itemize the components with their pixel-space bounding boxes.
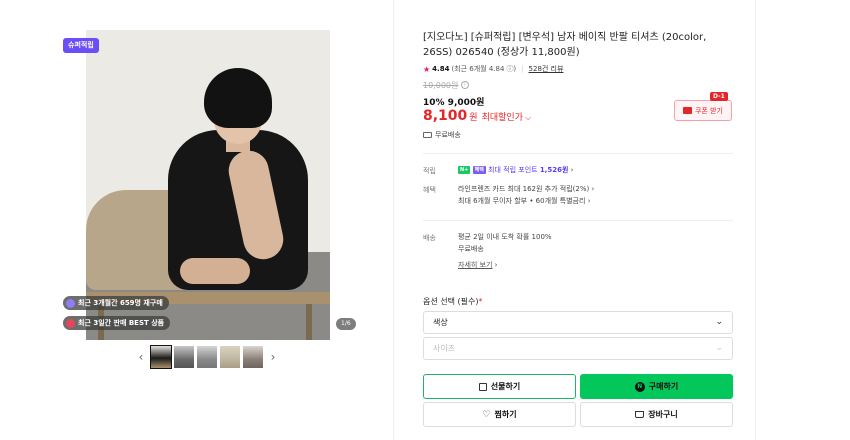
left-divider <box>393 0 394 440</box>
repurchase-pill: 최근 3개월간 659명 재구매 <box>63 296 169 310</box>
thumbnail-4[interactable] <box>220 346 240 368</box>
delivery-line-1: 평균 2일 이내 도착 확률 100% <box>458 233 552 241</box>
repurchase-text: 최근 3개월간 659명 재구매 <box>78 299 163 307</box>
image-counter: 1/6 <box>336 318 356 330</box>
delivery-line-2: 무료배송 <box>458 245 484 253</box>
heart-icon: ♡ <box>482 409 491 420</box>
truck-icon <box>423 132 432 138</box>
color-select-text: 색상 <box>433 318 448 327</box>
coupon-button[interactable]: 쿠폰 받기 <box>674 100 732 121</box>
reviews-link[interactable]: 528건 리뷰 <box>529 64 564 74</box>
benefit-badge: 혜택 <box>472 166 486 174</box>
naver-pay-icon: N <box>634 381 645 392</box>
info-icon[interactable]: ⓘ) <box>506 64 516 74</box>
best-seller-text: 최근 3일간 판매 BEST 상품 <box>78 319 165 327</box>
delivery-label: 배송 <box>423 234 436 242</box>
benefit-line-2[interactable]: 최대 6개월 무이자 할부 • 60개월 특별금리 › <box>458 195 591 207</box>
best-icon <box>66 318 75 328</box>
chevron-down-icon: ⌵ <box>524 113 532 122</box>
thumbnail-1[interactable] <box>150 345 172 369</box>
delivery-more-link[interactable]: 자세히 보기 › <box>458 259 497 271</box>
chevron-right-icon: › <box>494 261 498 269</box>
points-label: 적립 <box>423 167 436 175</box>
points-value: 1,526원 <box>539 166 569 174</box>
delivery-more-text: 자세히 보기 <box>458 261 493 269</box>
star-icon: ★ <box>423 64 431 74</box>
option-label-text: 옵션 선택 (필수) <box>423 297 479 306</box>
thumbnail-5[interactable] <box>243 346 263 368</box>
chevron-right-icon: › <box>587 197 591 205</box>
discount-price: 10% 9,000원 <box>423 98 485 108</box>
shipping-text: 무료배송 <box>435 131 461 139</box>
buy-button[interactable]: N 구매하기 <box>580 374 733 399</box>
coupon-label: 쿠폰 받기 <box>695 106 723 115</box>
rating-detail: (최근 6개월 4.84 <box>451 65 505 73</box>
prev-arrow-icon[interactable]: ‹ <box>134 350 148 364</box>
cart-label: 장바구니 <box>648 410 678 419</box>
repurchase-icon <box>66 298 75 308</box>
benefit-text-2: 최대 6개월 무이자 할부 • 60개월 특별금리 <box>458 197 586 205</box>
price-info-icon[interactable]: i <box>461 81 469 89</box>
next-arrow-icon[interactable]: › <box>266 350 280 364</box>
rating-score: 4.84 <box>432 65 450 73</box>
chevron-right-icon: › <box>570 166 574 174</box>
size-select[interactable]: 사이즈 ⌄ <box>423 337 733 360</box>
wish-button[interactable]: ♡ 찜하기 <box>423 402 576 427</box>
rating-row: ★ 4.84 (최근 6개월 4.84 ⓘ) | 528건 리뷰 <box>423 64 563 74</box>
gift-button[interactable]: 선물하기 <box>423 374 576 399</box>
points-row[interactable]: N+ 혜택 최대 적립 포인트 1,526원 › <box>458 164 573 176</box>
cart-icon <box>635 411 645 418</box>
max-discount-price[interactable]: 8,100 원 최대할인가 ⌵ <box>423 108 531 124</box>
required-mark: * <box>478 297 483 306</box>
coupon-icon <box>683 107 692 114</box>
thumbnail-2[interactable] <box>174 346 194 368</box>
chevron-right-icon: › <box>591 185 595 193</box>
option-label: 옵션 선택 (필수)* <box>423 296 483 307</box>
super-points-badge: 슈퍼적립 <box>63 38 99 53</box>
shipping-info: 무료배송 <box>423 130 461 140</box>
wish-label: 찜하기 <box>494 410 517 419</box>
benefit-line-1[interactable]: 라인프렌즈 카드 최대 162원 추가 적립(2%) › <box>458 183 594 195</box>
size-select-text: 사이즈 <box>433 344 456 353</box>
best-seller-pill: 최근 3일간 판매 BEST 상품 <box>63 316 171 330</box>
right-divider <box>755 0 756 440</box>
dday-badge: D-1 <box>710 92 728 101</box>
thumbnail-3[interactable] <box>197 346 217 368</box>
benefit-text-1: 라인프렌즈 카드 최대 162원 추가 적립(2%) <box>458 185 590 193</box>
color-select[interactable]: 색상 ⌄ <box>423 311 733 334</box>
benefit-label: 혜택 <box>423 186 436 194</box>
gift-icon <box>478 382 487 391</box>
naver-plus-badge: N+ <box>458 166 471 174</box>
points-text: 최대 적립 포인트 <box>488 166 538 174</box>
cart-button[interactable]: 장바구니 <box>580 402 733 427</box>
max-price-unit: 원 <box>469 113 478 123</box>
thumbnail-strip: ‹ › <box>134 345 280 369</box>
chevron-down-icon: ⌄ <box>715 343 723 353</box>
original-price: 10,000원 <box>423 81 459 90</box>
gift-label: 선물하기 <box>490 382 521 391</box>
divider: | <box>521 65 524 73</box>
product-image[interactable] <box>86 30 330 340</box>
buy-label: 구매하기 <box>648 382 679 391</box>
max-price-label: 최대할인가 <box>481 113 523 123</box>
divider <box>423 220 733 221</box>
chevron-down-icon: ⌄ <box>715 317 723 327</box>
max-price-value: 8,100 <box>423 108 468 124</box>
divider <box>423 153 733 154</box>
product-title: [지오다노] [슈퍼적립] [변우석] 남자 베이직 반팔 티셔츠 (20col… <box>423 32 707 58</box>
